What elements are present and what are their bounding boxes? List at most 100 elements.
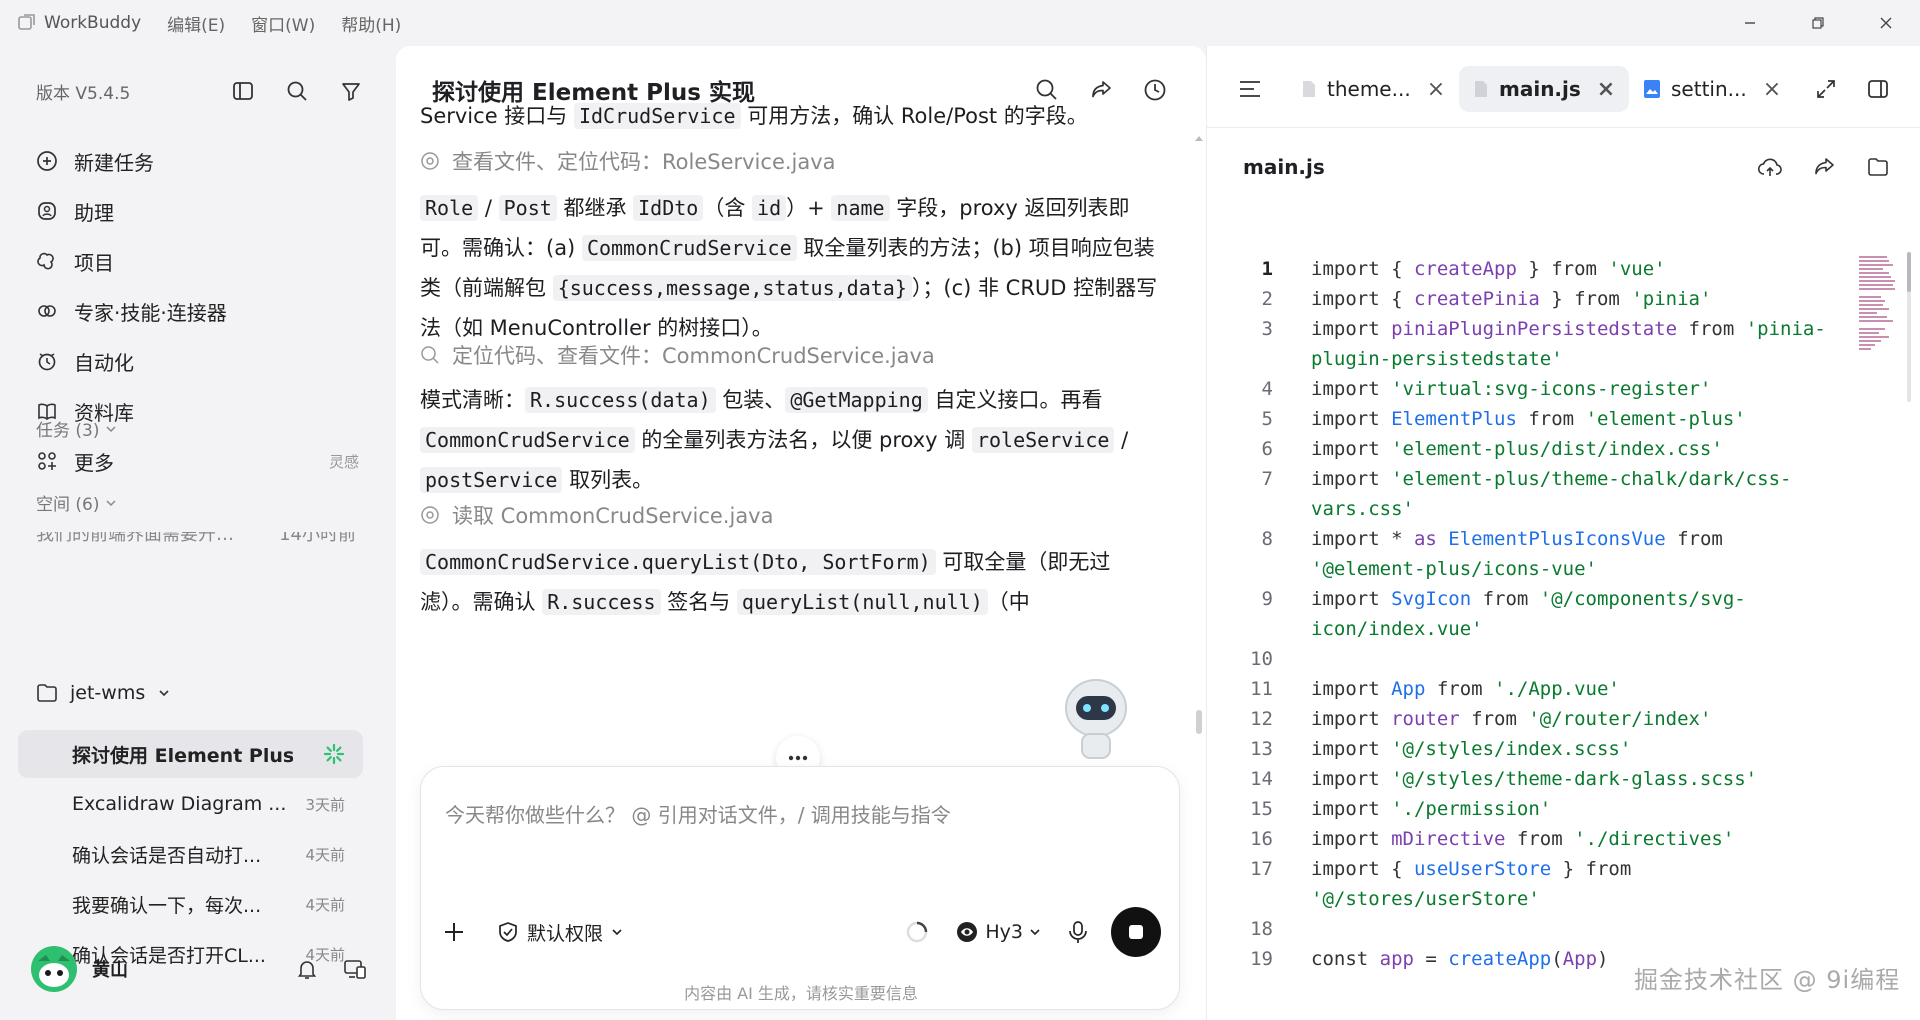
composer[interactable]: 今天帮你做些什么？ @ 引用对话文件，/ 调用技能与指令 默认权限 Hy3 [420, 766, 1180, 1010]
step-label: 读取 CommonCrudService.java [452, 504, 774, 528]
code-line[interactable]: 4 import 'virtual:svg-icons-register' [1207, 374, 1847, 404]
filter-button[interactable] [336, 76, 366, 106]
tab-main-js[interactable]: main.js × [1459, 66, 1630, 112]
code-line[interactable]: 10 [1207, 644, 1847, 674]
menu-edit[interactable]: 编辑(E) [167, 11, 225, 36]
model-logo-icon [957, 922, 978, 942]
stop-button[interactable] [1111, 907, 1161, 957]
code-token: import [1311, 378, 1392, 400]
editor-scrollbar[interactable] [1907, 252, 1911, 402]
code-line[interactable]: 9 import SvgIcon from '@/components/svg-i… [1207, 584, 1847, 644]
code-line[interactable]: 11 import App from './App.vue' [1207, 674, 1847, 704]
menu-help[interactable]: 帮助(H) [341, 11, 401, 36]
permission-dropdown[interactable]: 默认权限 [497, 919, 623, 946]
file-icon [1475, 81, 1487, 97]
inline-code: id [752, 195, 787, 221]
tool-step[interactable]: 查看文件、定位代码：RoleService.java [420, 146, 836, 176]
notifications-button[interactable] [292, 954, 322, 984]
chat-scrollbar[interactable] [1196, 710, 1202, 734]
filter-icon [342, 83, 360, 101]
session-item[interactable]: 探讨使用 Element Plus... [18, 730, 363, 778]
code-line[interactable]: 16 import mDirective from './directives' [1207, 824, 1847, 854]
close-window-button[interactable] [1858, 0, 1914, 46]
chevron-down-icon [106, 499, 117, 506]
code-line[interactable]: 14 import '@/styles/theme-dark-glass.scss… [1207, 764, 1847, 794]
line-number: 18 [1250, 918, 1273, 940]
robot-mascot-icon [1056, 668, 1136, 768]
code-token: App [1391, 678, 1426, 700]
tasks-section-toggle[interactable]: 任务 (3) [36, 416, 117, 441]
close-tab-icon[interactable]: × [1763, 77, 1781, 102]
devices-button[interactable] [340, 954, 370, 984]
voice-input-button[interactable] [1067, 920, 1089, 944]
close-tab-icon[interactable]: × [1427, 77, 1445, 102]
project-icon [34, 248, 60, 274]
menu-window[interactable]: 窗口(W) [251, 11, 315, 36]
session-item[interactable]: 确认会话是否自动打... 4天前 [18, 830, 363, 878]
composer-input[interactable]: 今天帮你做些什么？ @ 引用对话文件，/ 调用技能与指令 [445, 799, 951, 828]
open-folder-button[interactable] [1863, 152, 1893, 182]
code-line[interactable]: 5 import ElementPlus from 'element-plus' [1207, 404, 1847, 434]
code-line[interactable]: 7 import 'element-plus/theme-chalk/dark/c… [1207, 464, 1847, 524]
code-line[interactable]: 3 import piniaPluginPersistedstate from '… [1207, 314, 1847, 374]
code-token: import [1311, 798, 1392, 820]
code-token: ElementPlus [1391, 408, 1517, 430]
spaces-section-toggle[interactable]: 空间 (6) [36, 490, 117, 515]
minimize-button[interactable] [1722, 0, 1778, 46]
code-token: const [1311, 948, 1380, 970]
share-file-button[interactable] [1809, 152, 1839, 182]
message-text: 可用方法，确认 Role/Post 的字段。 [740, 104, 1088, 128]
sidebar-item-new-task[interactable]: 新建任务 [22, 136, 367, 186]
code-token: import { [1311, 288, 1414, 310]
tool-step[interactable]: 定位代码、查看文件：CommonCrudService.java [420, 340, 935, 370]
message-text: 取列表。 [562, 468, 654, 492]
running-spinner-icon [293, 743, 363, 765]
code-line[interactable]: 15 import './permission' [1207, 794, 1847, 824]
task-item-clipped[interactable]: 我们的前端界面需要开… 14小时前 [36, 532, 356, 546]
line-number: 12 [1250, 708, 1273, 730]
model-selector[interactable]: Hy3 [955, 920, 1041, 944]
expand-button[interactable] [1811, 74, 1841, 104]
toggle-panel-button[interactable] [1863, 74, 1893, 104]
code-token: import [1311, 768, 1392, 790]
line-number: 9 [1261, 588, 1273, 610]
inspiration-link[interactable]: 灵感 [329, 451, 359, 472]
expert-icon [34, 298, 60, 324]
sidebar-item-label: 更多 [74, 450, 114, 475]
sidebar-item-assistant[interactable]: 助理 [22, 186, 367, 236]
upload-button[interactable] [1755, 152, 1785, 182]
search-button[interactable] [282, 76, 312, 106]
tab-settings[interactable]: settin... × [1629, 66, 1795, 112]
code-line[interactable]: 13 import '@/styles/index.scss' [1207, 734, 1847, 764]
sidebar-item-more[interactable]: 更多 灵感 [22, 436, 367, 486]
file-list-button[interactable] [1235, 74, 1265, 104]
code-line[interactable]: 12 import router from '@/router/index' [1207, 704, 1847, 734]
line-number: 10 [1250, 648, 1273, 670]
code-line[interactable]: 17 import { useUserStore } from '@/stores… [1207, 854, 1847, 914]
code-line[interactable]: 2 import { createPinia } from 'pinia' [1207, 284, 1847, 314]
avatar[interactable] [30, 945, 78, 993]
code-minimap[interactable] [1857, 254, 1901, 364]
project-folder[interactable]: jet-wms [36, 682, 171, 704]
code-line[interactable]: 6 import 'element-plus/dist/index.css' [1207, 434, 1847, 464]
sidebar-item-automation[interactable]: 自动化 [22, 336, 367, 386]
code-line[interactable]: 18 [1207, 914, 1847, 944]
sidebar-item-expert[interactable]: 专家·技能·连接器 [22, 286, 367, 336]
add-attachment-button[interactable] [441, 919, 467, 945]
restore-button[interactable] [1790, 0, 1846, 46]
code-token: import * [1311, 528, 1414, 550]
code-editor[interactable]: 1 import { createApp } from 'vue' 2 import … [1207, 254, 1847, 1010]
scroll-up-arrow-icon[interactable] [1194, 134, 1204, 142]
tab-theme[interactable]: theme... × [1287, 66, 1459, 112]
code-token: import [1311, 318, 1392, 340]
code-token: import [1311, 708, 1392, 730]
sidebar-item-project[interactable]: 项目 [22, 236, 367, 286]
toggle-sidebar-button[interactable] [228, 76, 258, 106]
app-logo-icon [18, 14, 36, 32]
close-tab-icon[interactable]: × [1597, 77, 1615, 102]
tool-step[interactable]: 读取 CommonCrudService.java [420, 500, 773, 530]
session-item[interactable]: Excalidraw Diagram ... 3天前 [18, 780, 363, 828]
code-line[interactable]: 8 import * as ElementPlusIconsVue from '@… [1207, 524, 1847, 584]
session-item[interactable]: 我要确认一下，每次... 4天前 [18, 880, 363, 928]
code-line[interactable]: 1 import { createApp } from 'vue' [1207, 254, 1847, 284]
